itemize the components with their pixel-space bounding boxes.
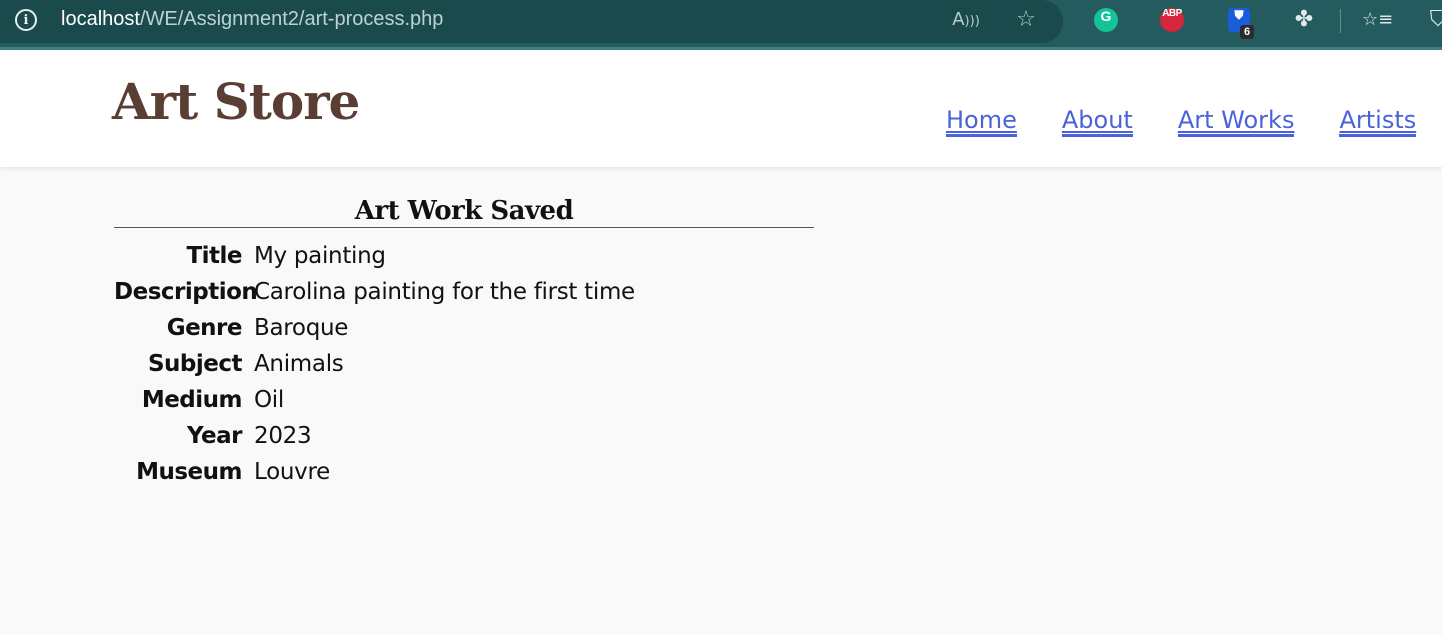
address-bar[interactable]: i localhost/WE/Assignment2/art-process.p… bbox=[0, 0, 1063, 43]
detail-row-description: Description Carolina painting for the fi… bbox=[114, 274, 814, 310]
detail-value: Oil bbox=[254, 387, 284, 413]
read-aloud-icon[interactable]: A))) bbox=[952, 6, 980, 34]
url-host: localhost bbox=[61, 8, 140, 30]
grammarly-extension-icon[interactable]: G bbox=[1094, 8, 1118, 32]
detail-label: Medium bbox=[141, 387, 243, 413]
nav-art-works-link[interactable]: Art Works bbox=[1177, 106, 1295, 137]
detail-row-museum: Museum Louvre bbox=[114, 454, 814, 490]
detail-list: Title My painting Description Carolina p… bbox=[114, 238, 814, 490]
detail-label: Subject bbox=[147, 351, 243, 377]
url-text[interactable]: localhost/WE/Assignment2/art-process.php bbox=[61, 8, 443, 31]
detail-row-medium: Medium Oil bbox=[114, 382, 814, 418]
detail-row-genre: Genre Baroque bbox=[114, 310, 814, 346]
detail-label: Description bbox=[114, 279, 258, 305]
nav-artists-link[interactable]: Artists bbox=[1339, 106, 1417, 137]
nav-about-link[interactable]: About bbox=[1061, 106, 1133, 137]
detail-label: Museum bbox=[136, 459, 242, 485]
detail-row-title: Title My painting bbox=[114, 238, 814, 274]
detail-value: 2023 bbox=[254, 423, 312, 449]
favorites-list-icon[interactable]: ☆≡ bbox=[1362, 6, 1393, 34]
nav-home-link[interactable]: Home bbox=[946, 106, 1017, 137]
extension-badge: 6 bbox=[1240, 25, 1255, 39]
site-title: Art Store bbox=[112, 72, 360, 131]
info-icon[interactable]: i bbox=[15, 9, 37, 31]
detail-value: Animals bbox=[254, 351, 344, 377]
result-heading: Art Work Saved bbox=[114, 196, 814, 228]
shield-icon[interactable]: ⛉ bbox=[1424, 6, 1442, 34]
url-path: /WE/Assignment2/art-process.php bbox=[139, 8, 444, 30]
adblock-extension-icon[interactable]: ABP bbox=[1160, 8, 1184, 32]
main-nav: Home About Art Works Artists bbox=[946, 106, 1417, 137]
site-header: Art Store Home About Art Works Artists bbox=[0, 50, 1442, 167]
toolbar-divider bbox=[1340, 9, 1341, 33]
browser-toolbar: i localhost/WE/Assignment2/art-process.p… bbox=[0, 0, 1442, 50]
art-work-result: Art Work Saved Title My painting Descrip… bbox=[114, 196, 814, 490]
detail-row-year: Year 2023 bbox=[114, 418, 814, 454]
detail-label: Genre bbox=[166, 315, 243, 341]
detail-value: Carolina painting for the first time bbox=[254, 279, 635, 305]
detail-label: Title bbox=[186, 243, 242, 269]
favorite-star-icon[interactable]: ☆ bbox=[1012, 6, 1040, 34]
detail-value: Louvre bbox=[254, 459, 330, 485]
detail-value: My painting bbox=[254, 243, 386, 269]
detail-value: Baroque bbox=[254, 315, 349, 341]
detail-row-subject: Subject Animals bbox=[114, 346, 814, 382]
extensions-puzzle-icon[interactable]: ✤ bbox=[1290, 6, 1318, 34]
detail-label: Year bbox=[186, 423, 243, 449]
